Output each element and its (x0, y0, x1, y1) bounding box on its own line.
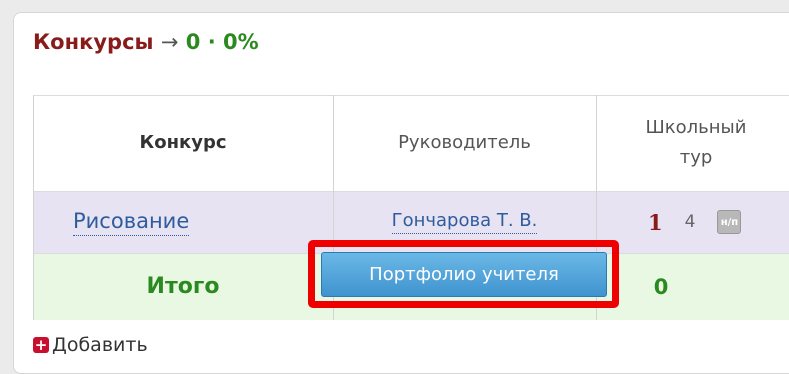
total-school-round-value: 0 (653, 274, 669, 299)
table-row-school-round-cell: 1 4 н/п (596, 191, 789, 253)
plus-icon: + (33, 336, 49, 354)
column-header-contest: Конкурс (33, 95, 333, 191)
section-title-label: Конкурсы (33, 30, 154, 54)
total-label-cell: Итого (33, 253, 333, 320)
school-round-sub-count: 4 (684, 212, 696, 232)
section-count: 0 (185, 30, 201, 54)
table-row-contest-cell: Рисование (33, 191, 333, 253)
table-top-border (33, 95, 789, 96)
column-divider (33, 95, 34, 320)
arrow-icon: → (160, 30, 179, 54)
section-percent: 0% (222, 30, 259, 54)
add-link-label: Добавить (52, 334, 148, 356)
section-title: Конкурсы → 0 · 0% (33, 30, 259, 54)
add-link[interactable]: + Добавить (33, 334, 148, 356)
np-status-icon[interactable]: н/п (717, 210, 742, 234)
total-label: Итого (146, 274, 220, 299)
school-round-main-count: 1 (648, 209, 663, 235)
row-divider (33, 191, 789, 192)
column-header-school-round: Школьный тур (596, 95, 789, 191)
teacher-portfolio-button[interactable]: Портфолио учителя (321, 252, 607, 297)
contest-link[interactable]: Рисование (73, 209, 190, 236)
supervisor-link[interactable]: Гончарова Т. В. (391, 210, 538, 234)
column-header-supervisor: Руководитель (333, 95, 596, 191)
section-separator: · (207, 30, 216, 54)
total-school-round-cell: 0 (596, 253, 789, 320)
